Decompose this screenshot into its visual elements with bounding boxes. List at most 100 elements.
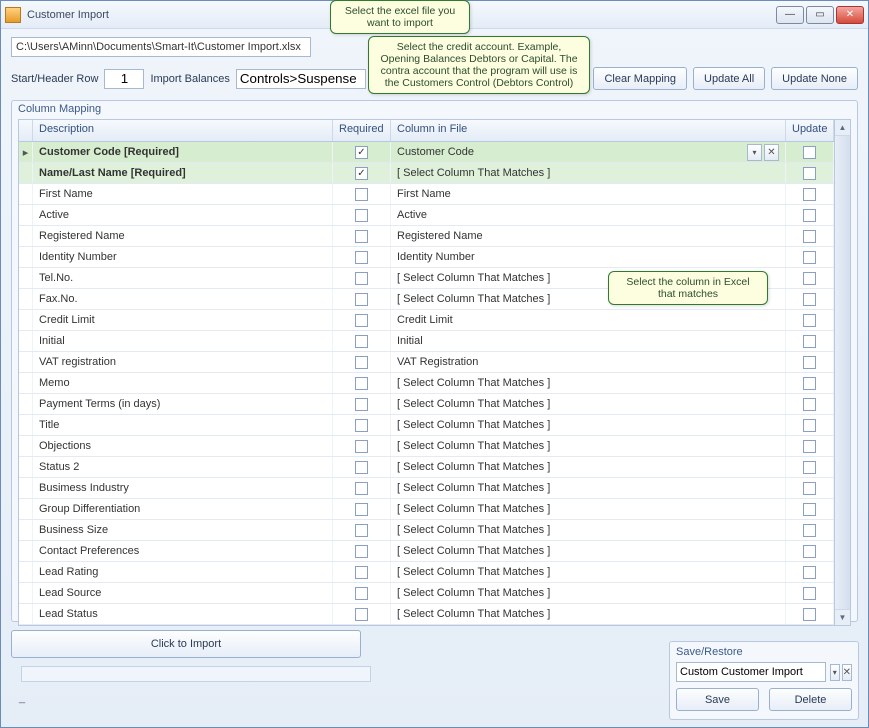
cell-column-in-file[interactable]: Registered Name bbox=[391, 226, 786, 246]
update-checkbox[interactable] bbox=[803, 293, 816, 306]
save-restore-dropdown-icon[interactable]: ▾ bbox=[830, 664, 840, 681]
grid-scrollbar[interactable]: ▲ ▼ bbox=[834, 120, 850, 625]
scroll-down-icon[interactable]: ▼ bbox=[835, 609, 850, 625]
update-checkbox[interactable] bbox=[803, 314, 816, 327]
delete-button[interactable]: Delete bbox=[769, 688, 852, 711]
update-checkbox[interactable] bbox=[803, 503, 816, 516]
save-button[interactable]: Save bbox=[676, 688, 759, 711]
column-dropdown-icon[interactable]: ▾ bbox=[747, 144, 762, 161]
table-row[interactable]: ActiveActive bbox=[19, 205, 834, 226]
clear-mapping-button[interactable]: Clear Mapping bbox=[593, 67, 687, 90]
start-header-row-input[interactable] bbox=[104, 69, 144, 89]
update-checkbox[interactable] bbox=[803, 146, 816, 159]
import-balances-input[interactable] bbox=[236, 69, 366, 89]
update-checkbox[interactable] bbox=[803, 230, 816, 243]
table-row[interactable]: Objections[ Select Column That Matches ] bbox=[19, 436, 834, 457]
update-checkbox[interactable] bbox=[803, 419, 816, 432]
header-description[interactable]: Description bbox=[33, 120, 333, 141]
table-row[interactable]: Lead Status[ Select Column That Matches … bbox=[19, 604, 834, 625]
cell-column-in-file[interactable]: [ Select Column That Matches ] bbox=[391, 541, 786, 561]
cell-column-in-file[interactable]: [ Select Column That Matches ] bbox=[391, 436, 786, 456]
update-checkbox[interactable] bbox=[803, 461, 816, 474]
cell-column-in-file[interactable]: [ Select Column That Matches ] bbox=[391, 373, 786, 393]
table-row[interactable]: First NameFirst Name bbox=[19, 184, 834, 205]
update-checkbox[interactable] bbox=[803, 335, 816, 348]
cell-column-in-file[interactable]: VAT Registration bbox=[391, 352, 786, 372]
table-row[interactable]: Busimess Industry[ Select Column That Ma… bbox=[19, 478, 834, 499]
cell-required bbox=[333, 604, 391, 624]
update-none-button[interactable]: Update None bbox=[771, 67, 858, 90]
table-row[interactable]: VAT registrationVAT Registration bbox=[19, 352, 834, 373]
cell-column-in-file[interactable]: Customer Code▾✕ bbox=[391, 142, 786, 162]
cell-column-in-file[interactable]: First Name bbox=[391, 184, 786, 204]
cell-column-in-file[interactable]: [ Select Column That Matches ] bbox=[391, 604, 786, 624]
cell-column-in-file[interactable]: [ Select Column That Matches ] bbox=[391, 394, 786, 414]
cell-column-in-file[interactable]: Active bbox=[391, 205, 786, 225]
update-checkbox[interactable] bbox=[803, 587, 816, 600]
update-checkbox[interactable] bbox=[803, 566, 816, 579]
cell-description: Business Size bbox=[33, 520, 333, 540]
update-checkbox[interactable] bbox=[803, 377, 816, 390]
table-row[interactable]: Payment Terms (in days)[ Select Column T… bbox=[19, 394, 834, 415]
table-row[interactable]: Group Differentiation[ Select Column Tha… bbox=[19, 499, 834, 520]
minimize-button[interactable]: — bbox=[776, 6, 804, 24]
table-row[interactable]: Title[ Select Column That Matches ] bbox=[19, 415, 834, 436]
cell-column-in-file[interactable]: [ Select Column That Matches ] bbox=[391, 499, 786, 519]
table-row[interactable]: Credit LimitCredit Limit bbox=[19, 310, 834, 331]
update-checkbox[interactable] bbox=[803, 398, 816, 411]
cell-column-in-file[interactable]: [ Select Column That Matches ] bbox=[391, 415, 786, 435]
cell-column-in-file[interactable]: [ Select Column That Matches ] bbox=[391, 457, 786, 477]
close-button[interactable]: ✕ bbox=[836, 6, 864, 24]
header-update[interactable]: Update bbox=[786, 120, 834, 141]
maximize-button[interactable]: ▭ bbox=[806, 6, 834, 24]
cell-update bbox=[786, 142, 834, 162]
update-checkbox[interactable] bbox=[803, 188, 816, 201]
table-row[interactable]: ▸Customer Code [Required]Customer Code▾✕ bbox=[19, 142, 834, 163]
update-checkbox[interactable] bbox=[803, 608, 816, 621]
update-checkbox[interactable] bbox=[803, 524, 816, 537]
cell-column-in-file[interactable]: [ Select Column That Matches ] bbox=[391, 163, 786, 183]
update-checkbox[interactable] bbox=[803, 545, 816, 558]
update-checkbox[interactable] bbox=[803, 167, 816, 180]
cell-column-in-file[interactable]: Credit Limit bbox=[391, 310, 786, 330]
update-checkbox[interactable] bbox=[803, 251, 816, 264]
header-column-in-file[interactable]: Column in File bbox=[391, 120, 786, 141]
table-row[interactable]: InitialInitial bbox=[19, 331, 834, 352]
column-in-file-value: Identity Number bbox=[397, 251, 779, 263]
update-checkbox[interactable] bbox=[803, 440, 816, 453]
cell-column-in-file[interactable]: Identity Number bbox=[391, 247, 786, 267]
update-checkbox[interactable] bbox=[803, 272, 816, 285]
cell-required bbox=[333, 394, 391, 414]
save-restore-name-input[interactable] bbox=[676, 662, 826, 682]
row-indicator-icon bbox=[19, 247, 33, 267]
column-mapping-group: Column Mapping Description Required Colu… bbox=[11, 100, 858, 622]
cell-column-in-file[interactable]: [ Select Column That Matches ] bbox=[391, 520, 786, 540]
update-all-button[interactable]: Update All bbox=[693, 67, 765, 90]
table-row[interactable]: Contact Preferences[ Select Column That … bbox=[19, 541, 834, 562]
save-restore-clear-icon[interactable]: ✕ bbox=[842, 664, 852, 681]
update-checkbox[interactable] bbox=[803, 209, 816, 222]
update-checkbox[interactable] bbox=[803, 482, 816, 495]
column-in-file-value: [ Select Column That Matches ] bbox=[397, 503, 779, 515]
cell-update bbox=[786, 310, 834, 330]
table-row[interactable]: Business Size [ Select Column That Matche… bbox=[19, 520, 834, 541]
update-checkbox[interactable] bbox=[803, 356, 816, 369]
cell-column-in-file[interactable]: Initial bbox=[391, 331, 786, 351]
table-row[interactable]: Identity NumberIdentity Number bbox=[19, 247, 834, 268]
table-row[interactable]: Memo[ Select Column That Matches ] bbox=[19, 373, 834, 394]
cell-required bbox=[333, 436, 391, 456]
table-row[interactable]: Name/Last Name [Required][ Select Column… bbox=[19, 163, 834, 184]
cell-column-in-file[interactable]: [ Select Column That Matches ] bbox=[391, 562, 786, 582]
table-row[interactable]: Status 2[ Select Column That Matches ] bbox=[19, 457, 834, 478]
scroll-up-icon[interactable]: ▲ bbox=[835, 120, 850, 136]
table-row[interactable]: Lead Rating[ Select Column That Matches … bbox=[19, 562, 834, 583]
header-required[interactable]: Required bbox=[333, 120, 391, 141]
table-row[interactable]: Registered Name Registered Name bbox=[19, 226, 834, 247]
cell-column-in-file[interactable]: [ Select Column That Matches ] bbox=[391, 583, 786, 603]
table-row[interactable]: Lead Source[ Select Column That Matches … bbox=[19, 583, 834, 604]
file-path-input[interactable] bbox=[11, 37, 311, 57]
cell-column-in-file[interactable]: [ Select Column That Matches ] bbox=[391, 478, 786, 498]
cell-description: Registered Name bbox=[33, 226, 333, 246]
click-to-import-button[interactable]: Click to Import bbox=[11, 630, 361, 658]
column-clear-icon[interactable]: ✕ bbox=[764, 144, 779, 161]
